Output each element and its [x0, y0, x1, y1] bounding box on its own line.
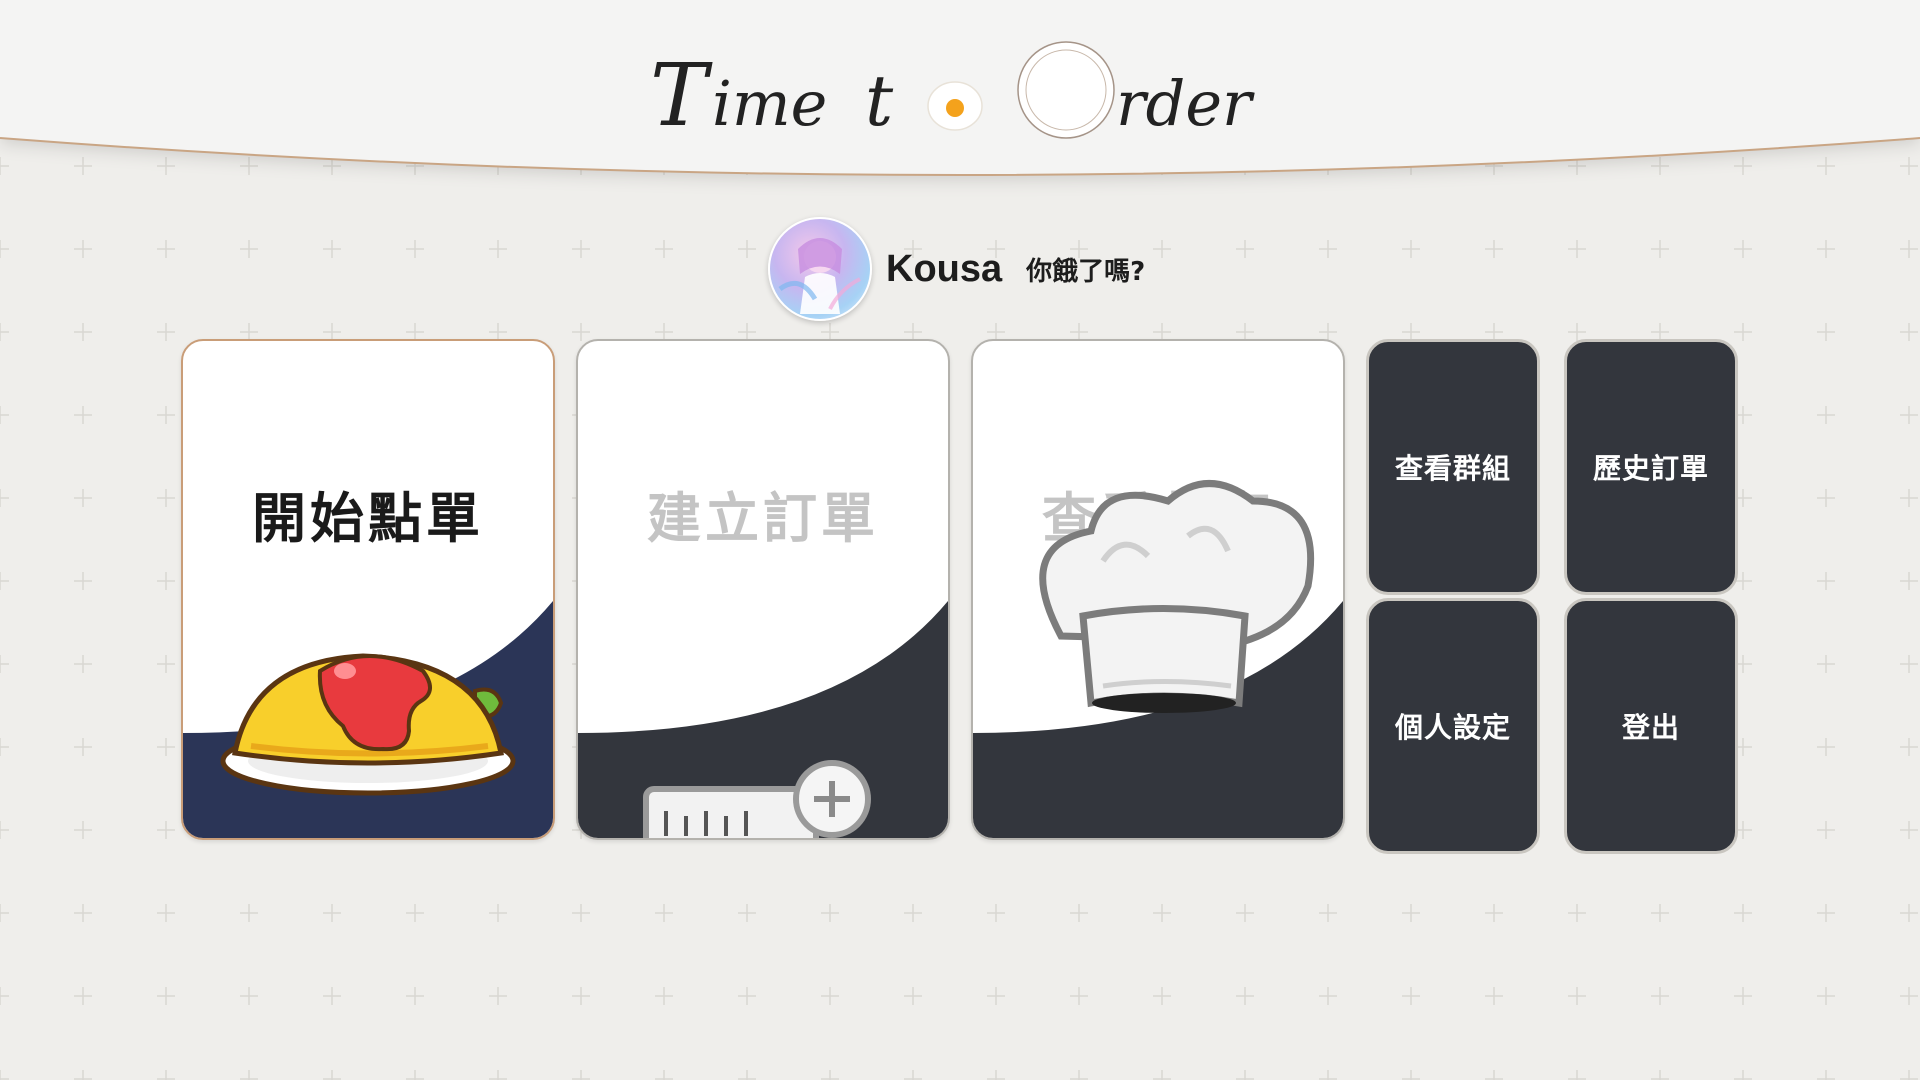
avatar[interactable] — [768, 217, 872, 321]
plate-icon — [1017, 41, 1115, 139]
order-history-button[interactable]: 歷史訂單 — [1564, 339, 1738, 595]
view-groups-button[interactable]: 查看群組 — [1366, 339, 1540, 595]
logo: T ime t rder — [640, 30, 1280, 160]
view-restaurant-card[interactable]: 查看餐廳 — [971, 339, 1345, 840]
fried-egg-icon — [927, 81, 983, 131]
start-order-card[interactable]: 開始點單 — [181, 339, 555, 840]
username: Kousa — [886, 247, 1003, 290]
create-order-card[interactable]: 建立訂單 — [576, 339, 950, 840]
greeting-question: 你餓了嗎? — [1026, 256, 1146, 287]
svg-text:T: T — [650, 46, 713, 146]
logout-button[interactable]: 登出 — [1564, 598, 1738, 854]
start-order-label: 開始點單 — [252, 487, 484, 550]
svg-text:ime: ime — [712, 67, 827, 140]
user-greeting: Kousa 你餓了嗎? — [768, 217, 1146, 321]
svg-text:rder: rder — [1116, 67, 1255, 140]
chef-hat-icon — [1039, 480, 1315, 713]
header: T ime t rder — [0, 0, 1920, 200]
svg-text:t: t — [865, 60, 894, 142]
personal-settings-button[interactable]: 個人設定 — [1366, 598, 1540, 854]
create-order-label: 建立訂單 — [647, 487, 879, 550]
